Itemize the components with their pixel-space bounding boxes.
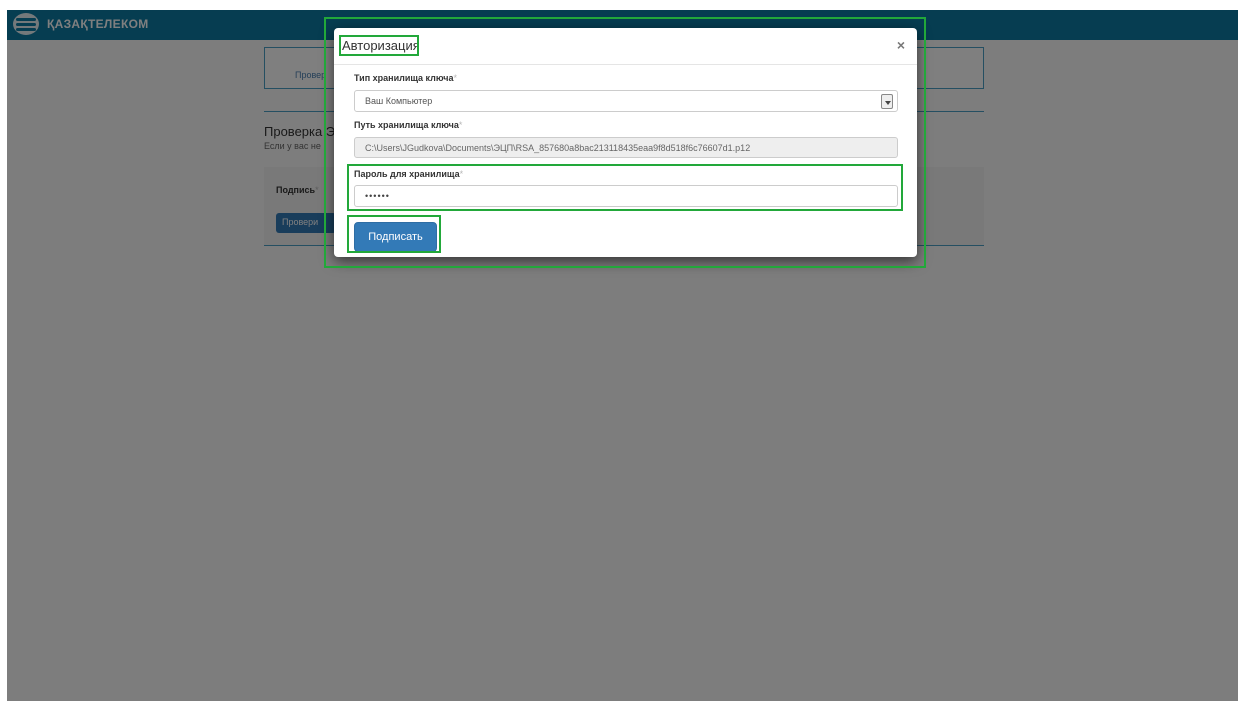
password-highlight bbox=[347, 164, 903, 211]
screen: ҚАЗАҚТЕЛЕКОМ Провер Проверка Э Если у ва… bbox=[7, 10, 1238, 701]
sign-button-highlight bbox=[347, 215, 441, 253]
title-highlight bbox=[339, 35, 419, 56]
